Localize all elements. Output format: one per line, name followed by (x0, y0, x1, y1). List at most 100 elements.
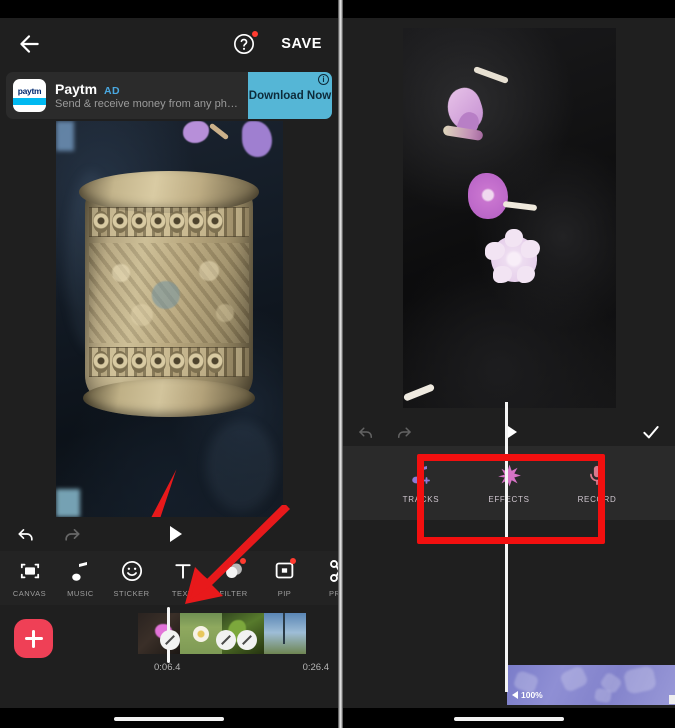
music-note-icon (71, 559, 90, 583)
time-total: 0:26.4 (302, 662, 329, 673)
tool-label: MUSIC (67, 588, 94, 598)
preview-flower (467, 173, 508, 219)
vessel-dots-bottom (92, 351, 223, 373)
tool-preview[interactable]: PRE (312, 551, 338, 605)
audio-menu-label: RECORD (577, 495, 617, 504)
tool-sticker[interactable]: STICKER (106, 551, 157, 605)
tool-canvas[interactable]: CANVAS (4, 551, 55, 605)
tool-label: PIP (277, 588, 292, 598)
add-media-button[interactable] (14, 619, 53, 658)
petal-lobe (492, 266, 512, 283)
pip-square-icon (274, 557, 296, 583)
left-edit-toolbar: CANVAS MUSIC STICKER TEXT FILTER PIP PR (0, 551, 338, 605)
right-preview-area (343, 18, 675, 418)
carved-vessel (78, 171, 259, 417)
nav-bar-right (343, 708, 675, 728)
paytm-logo-bar (13, 98, 46, 105)
transition-marker[interactable] (216, 630, 236, 650)
play-button[interactable] (170, 526, 182, 542)
tool-pip[interactable]: PIP (259, 551, 310, 605)
ad-description: Send & receive money from any phone ... (55, 98, 248, 110)
tool-filter[interactable]: FILTER (208, 551, 259, 605)
ad-badge: AD (104, 85, 120, 97)
vessel-floral-engraving (88, 243, 249, 343)
music-note-plus-icon (409, 462, 433, 488)
save-button[interactable]: SAVE (281, 36, 322, 52)
text-t-icon (173, 559, 193, 583)
question-circle-icon (234, 34, 255, 54)
home-indicator[interactable] (114, 717, 224, 721)
corner-highlight (55, 489, 80, 517)
audio-tracks-button[interactable]: TRACKS (392, 462, 450, 504)
clip-thumb-shape (558, 665, 590, 694)
microphone-icon (586, 462, 608, 488)
audio-record-button[interactable]: RECORD (568, 462, 626, 504)
left-top-bar: SAVE (0, 18, 338, 70)
vessel-foot (82, 379, 255, 417)
audio-effects-button[interactable]: EFFECTS (480, 462, 538, 504)
tool-label: STICKER (113, 588, 150, 598)
timeline-clip[interactable] (264, 613, 306, 654)
ad-text-block: Paytm AD Send & receive money from any p… (55, 81, 248, 110)
clip-volume-indicator: 100% (512, 690, 543, 700)
status-bar-right (343, 0, 675, 18)
timeline-clip[interactable] (180, 613, 222, 654)
right-video-preview[interactable] (402, 28, 616, 408)
tool-label: FILTER (219, 588, 248, 598)
vessel-dots-top (92, 211, 223, 233)
speaker-icon (512, 691, 518, 699)
screenshot-root: SAVE paytm Paytm AD Send & receive money… (0, 0, 675, 728)
preview-flower (241, 121, 272, 157)
left-phone-screen: SAVE paytm Paytm AD Send & receive money… (0, 0, 338, 728)
timeline-times: 0:06.4 0:26.4 (0, 662, 338, 673)
right-timeline: 100% 0:00.0 0:18.5 (343, 402, 675, 726)
ad-download-button[interactable]: Download Now i (248, 72, 332, 119)
ad-banner[interactable]: paytm Paytm AD Send & receive money from… (6, 72, 332, 119)
ad-info-glyph: i (322, 74, 325, 84)
ad-cta-label: Download Now (248, 89, 332, 102)
audio-menu-label: TRACKS (402, 495, 440, 504)
help-notification-dot (252, 31, 259, 37)
playhead[interactable] (505, 402, 508, 692)
undo-icon[interactable] (357, 423, 375, 441)
redo-icon[interactable] (395, 423, 413, 441)
tool-music[interactable]: MUSIC (55, 551, 106, 605)
left-playback-row (0, 517, 338, 551)
back-arrow-icon[interactable] (16, 31, 42, 57)
help-button[interactable] (233, 31, 259, 55)
home-indicator[interactable] (454, 717, 564, 721)
left-preview-area (0, 119, 338, 517)
transition-marker[interactable] (160, 630, 180, 650)
tool-label: CANVAS (12, 588, 47, 598)
petal-lobe (520, 240, 540, 258)
left-video-preview[interactable] (55, 121, 283, 517)
audio-menu-label: EFFECTS (488, 495, 530, 504)
audio-clip[interactable]: 100% (507, 665, 675, 705)
audio-submenu: TRACKS EFFECTS RECORD (343, 446, 675, 544)
redo-icon[interactable] (62, 524, 82, 544)
clip-resize-handle[interactable] (669, 695, 675, 704)
volume-value: 100% (521, 690, 543, 700)
tool-text[interactable]: TEXT (157, 551, 208, 605)
tool-label: TEXT (171, 588, 194, 598)
preview-flower (484, 229, 540, 283)
ad-title-row: Paytm AD (55, 81, 248, 97)
clip-thumb-shape (622, 665, 658, 695)
smiley-face-icon (121, 559, 143, 583)
time-current: 0:06.4 (154, 662, 181, 673)
right-playback-row (343, 418, 675, 446)
ad-info-icon[interactable]: i (318, 74, 329, 85)
transition-marker[interactable] (237, 630, 257, 650)
status-bar-left (0, 0, 338, 18)
confirm-check-icon[interactable] (641, 422, 661, 442)
clip-thumb-shape (593, 687, 613, 704)
canvas-crop-icon (19, 559, 41, 583)
right-phone-screen: TRACKS EFFECTS RECORD 100% (343, 0, 675, 728)
undo-icon[interactable] (16, 524, 36, 544)
scissors-icon (329, 559, 338, 583)
petal-lobe (516, 266, 535, 283)
pip-badge-dot (290, 557, 296, 564)
petal-lobe (504, 229, 523, 247)
ad-title: Paytm (55, 81, 98, 97)
nav-bar-left (0, 708, 338, 728)
